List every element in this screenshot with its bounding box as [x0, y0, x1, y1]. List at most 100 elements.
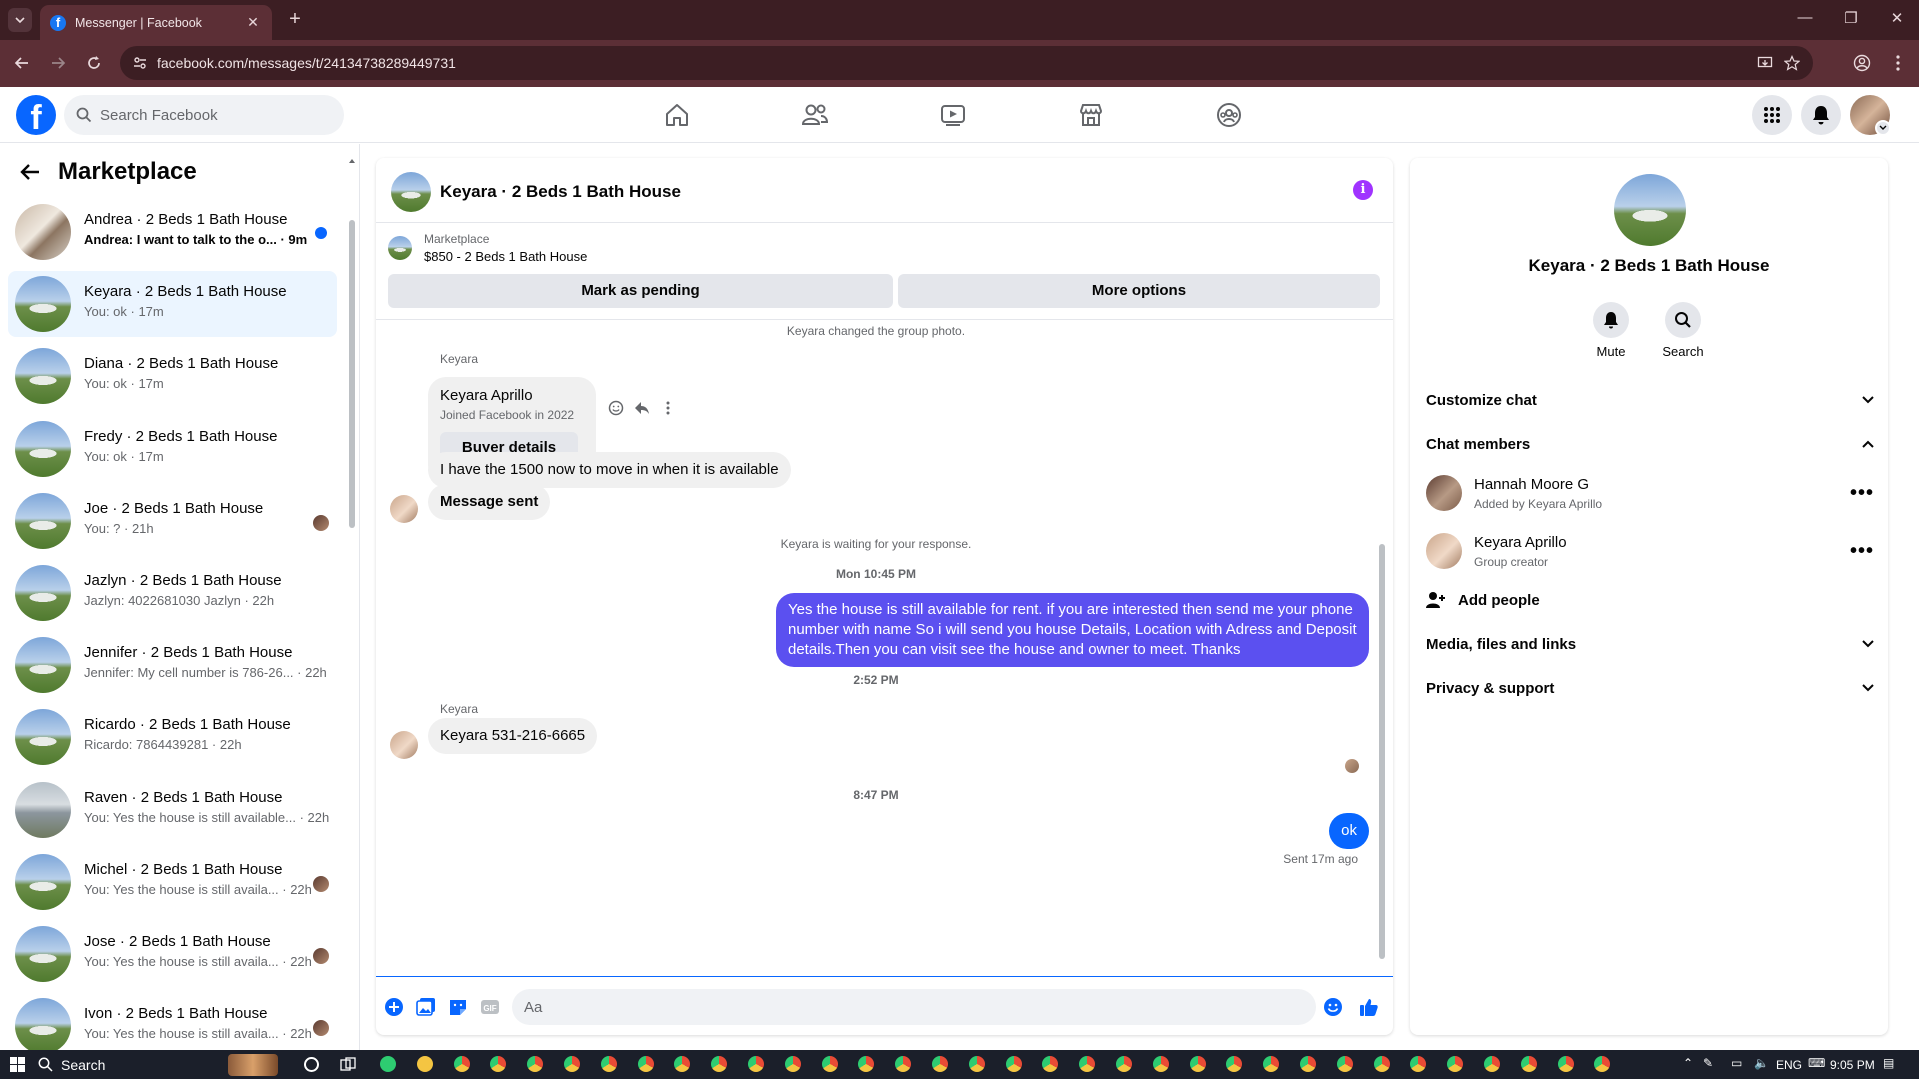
add-people-button[interactable]: Add people: [1426, 586, 1874, 614]
taskbar-app-icon[interactable]: [416, 1056, 433, 1072]
conversation-item[interactable]: Fredy · 2 Beds 1 Bath House You: ok · 17m: [8, 416, 337, 482]
reply-icon[interactable]: [634, 400, 650, 416]
incoming-message[interactable]: I have the 1500 now to move in when it i…: [428, 452, 791, 488]
incoming-message[interactable]: Keyara 531-216-6665: [428, 718, 598, 754]
conversation-item[interactable]: Jennifer · 2 Beds 1 Bath House Jennifer: …: [8, 632, 337, 698]
taskbar-app-icon[interactable]: [1300, 1056, 1316, 1072]
incoming-message[interactable]: Message sent: [428, 484, 551, 520]
forward-button[interactable]: [47, 52, 69, 74]
taskbar-app-icon[interactable]: [968, 1056, 985, 1072]
scrollbar-thumb[interactable]: [1379, 544, 1385, 959]
conversation-item[interactable]: Jose · 2 Beds 1 Bath House You: Yes the h…: [8, 921, 337, 987]
taskbar-app-icon[interactable]: [821, 1056, 838, 1072]
taskbar-app-icon[interactable]: [1520, 1056, 1537, 1072]
browser-tab-messenger[interactable]: f Messenger | Facebook ✕: [40, 5, 272, 40]
message-more-icon[interactable]: [660, 400, 676, 416]
keyara-avatar[interactable]: [390, 495, 418, 523]
member-more-icon[interactable]: •••: [1850, 540, 1874, 563]
reload-button[interactable]: [83, 52, 105, 74]
taskbar-app-icon[interactable]: [380, 1056, 396, 1072]
browser-menu-icon[interactable]: [1887, 52, 1909, 74]
taskbar-app-icon[interactable]: [895, 1056, 912, 1072]
chat-title[interactable]: Keyara · 2 Beds 1 Bath House: [440, 182, 681, 202]
listing-price-title[interactable]: $850 - 2 Beds 1 Bath House: [424, 249, 587, 264]
message-scrollbar[interactable]: [1378, 329, 1386, 969]
gif-icon[interactable]: GIF: [480, 997, 500, 1017]
react-emoji-icon[interactable]: [608, 400, 624, 416]
tab-close-icon[interactable]: ✕: [244, 14, 262, 31]
outgoing-message[interactable]: ok: [1329, 813, 1369, 849]
volume-icon[interactable]: 🔈: [1754, 1056, 1769, 1070]
taskbar-app-icon[interactable]: [1005, 1056, 1022, 1072]
back-button[interactable]: [11, 52, 33, 74]
listing-thumbnail[interactable]: [388, 236, 412, 260]
member-row[interactable]: Keyara Aprillo Group creator •••: [1426, 528, 1874, 576]
taskbar-app-icon[interactable]: [1152, 1056, 1169, 1072]
sticker-icon[interactable]: [448, 997, 468, 1017]
conversation-info-icon[interactable]: i: [1353, 180, 1373, 200]
conversation-item[interactable]: Jazlyn · 2 Beds 1 Bath House Jazlyn: 4022…: [8, 560, 337, 626]
search-action[interactable]: Search: [1653, 302, 1713, 359]
task-view-icon[interactable]: [340, 1057, 356, 1072]
member-avatar[interactable]: [1426, 533, 1462, 569]
taskbar-app-icon[interactable]: [858, 1056, 875, 1072]
mute-action[interactable]: Mute: [1581, 302, 1641, 359]
pen-icon[interactable]: ✎: [1703, 1056, 1713, 1070]
like-thumb-icon[interactable]: [1359, 997, 1379, 1017]
chat-thumbnail[interactable]: [391, 172, 431, 212]
restore-button[interactable]: ❐: [1841, 9, 1861, 27]
taskbar-app-icon[interactable]: [1042, 1056, 1059, 1072]
taskbar-app-icon[interactable]: [564, 1056, 580, 1072]
taskbar-search[interactable]: Search: [38, 1053, 278, 1076]
conversation-item[interactable]: Joe · 2 Beds 1 Bath House You: ? · 21h: [8, 488, 337, 554]
member-avatar[interactable]: [1426, 475, 1462, 511]
facebook-search-input[interactable]: Search Facebook: [64, 95, 344, 135]
emoji-icon[interactable]: [1323, 997, 1343, 1017]
taskbar-app-icon[interactable]: [1447, 1056, 1464, 1072]
conversation-item[interactable]: Andrea · 2 Beds 1 Bath House Andrea: I wa…: [8, 199, 337, 265]
taskbar-app-icon[interactable]: [711, 1056, 728, 1072]
taskbar-app-icon[interactable]: [600, 1056, 617, 1072]
conversation-item[interactable]: Raven · 2 Beds 1 Bath House You: Yes the …: [8, 777, 337, 843]
taskbar-app-icon[interactable]: [1373, 1056, 1390, 1072]
system-tray-chevron-icon[interactable]: ⌃: [1683, 1056, 1693, 1070]
nav-home-icon[interactable]: [621, 87, 733, 143]
taskbar-app-icon[interactable]: [637, 1056, 654, 1072]
notifications-bell-icon[interactable]: [1801, 95, 1841, 135]
taskbar-app-icon[interactable]: [1079, 1056, 1096, 1072]
cortana-icon[interactable]: [304, 1057, 319, 1072]
outgoing-message[interactable]: Yes the house is still available for ren…: [776, 593, 1369, 667]
menu-grid-icon[interactable]: [1752, 95, 1792, 135]
profile-icon[interactable]: [1851, 52, 1873, 74]
scrollbar-thumb[interactable]: [349, 220, 355, 528]
taskbar-app-icon[interactable]: [453, 1056, 470, 1072]
more-actions-plus-icon[interactable]: [384, 997, 404, 1017]
conversation-item[interactable]: Diana · 2 Beds 1 Bath House You: ok · 17m: [8, 343, 337, 409]
media-files-section[interactable]: Media, files and links: [1426, 630, 1874, 658]
nav-video-icon[interactable]: [897, 87, 1009, 143]
taskbar-app-icon[interactable]: [1263, 1056, 1280, 1072]
member-row[interactable]: Hannah Moore G Added by Keyara Aprillo •…: [1426, 470, 1874, 518]
nav-friends-icon[interactable]: [759, 87, 871, 143]
ime-icon[interactable]: ⌨: [1808, 1056, 1825, 1070]
message-input[interactable]: [512, 989, 1316, 1025]
taskbar-app-icon[interactable]: [1484, 1056, 1500, 1072]
search-icon[interactable]: [1665, 302, 1701, 338]
conversation-item[interactable]: Michel · 2 Beds 1 Bath House You: Yes the…: [8, 849, 337, 915]
conversation-item[interactable]: Keyara · 2 Beds 1 Bath House You: ok · 17…: [8, 271, 337, 338]
windows-start-icon[interactable]: [10, 1057, 25, 1072]
facebook-logo-icon[interactable]: f: [16, 95, 56, 135]
taskbar-app-icon[interactable]: [748, 1056, 764, 1072]
clock[interactable]: 9:05 PM: [1830, 1058, 1875, 1072]
taskbar-app-icon[interactable]: [1336, 1056, 1353, 1072]
taskbar-app-icon[interactable]: [1116, 1056, 1132, 1072]
nav-marketplace-icon[interactable]: [1035, 87, 1147, 143]
taskbar-app-icon[interactable]: [784, 1056, 801, 1072]
mark-as-pending-button[interactable]: Mark as pending: [388, 274, 893, 308]
language-indicator[interactable]: ENG: [1776, 1058, 1802, 1072]
attach-photo-icon[interactable]: [416, 997, 436, 1017]
taskbar-app-icon[interactable]: [674, 1056, 691, 1072]
taskbar-app-icon[interactable]: [1410, 1056, 1427, 1072]
window-close-button[interactable]: ✕: [1887, 9, 1907, 27]
conversation-item[interactable]: Ivon · 2 Beds 1 Bath House You: Yes the h…: [8, 993, 337, 1050]
